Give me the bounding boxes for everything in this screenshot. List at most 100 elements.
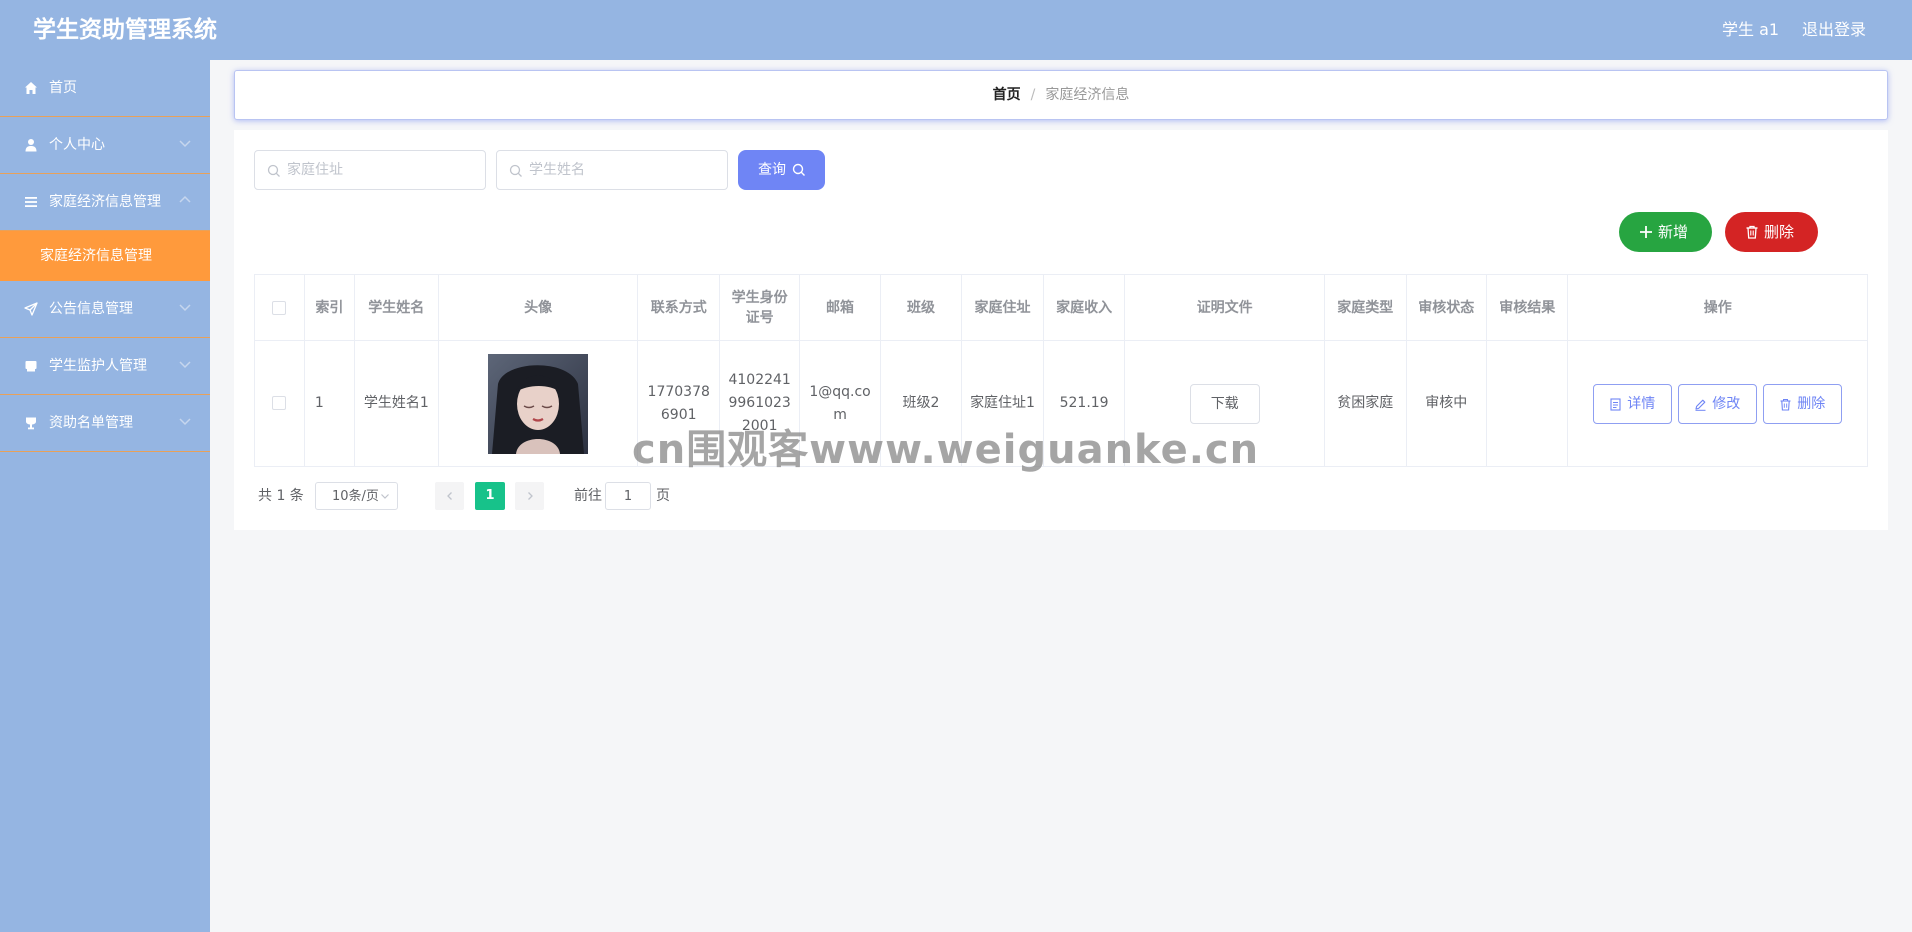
cell-index: 1 [303, 340, 355, 467]
chevron-left-icon [447, 492, 452, 500]
sidebar-item-family-economic[interactable]: 家庭经济信息管理 [0, 174, 210, 231]
chevron-up-icon [179, 195, 191, 203]
pagination: 共 1 条 10条/页 1 前往 页 [234, 482, 1888, 510]
trash-icon [1780, 398, 1791, 411]
column-header: 审核状态 [1405, 274, 1487, 341]
breadcrumb-current: 家庭经济信息 [1045, 87, 1130, 103]
goto-page-input[interactable] [605, 482, 651, 510]
table-header-row: 索引 学生姓名 头像 联系方式 学生身份证号 邮箱 班级 家庭住址 家庭收入 证… [254, 274, 1868, 341]
batch-delete-button-label: 删除 [1764, 223, 1795, 241]
document-icon [1610, 397, 1621, 411]
trash-icon [1746, 225, 1758, 239]
cell-avatar [437, 340, 639, 467]
edit-icon [1695, 399, 1706, 411]
page-size-value: 10条/页 [332, 489, 379, 504]
column-header: 学生姓名 [353, 274, 439, 341]
edit-button[interactable]: 修改 [1678, 383, 1758, 424]
delete-button-label: 删除 [1797, 395, 1826, 412]
watermark: cn围观客www.weiguanke.cn [632, 427, 1260, 473]
detail-button-label: 详情 [1627, 395, 1656, 412]
logout-link[interactable]: 退出登录 [1802, 19, 1866, 41]
app-title: 学生资助管理系统 [33, 17, 217, 43]
home-icon [25, 82, 37, 94]
column-header: 联系方式 [637, 274, 720, 341]
chevron-down-icon [179, 140, 191, 148]
add-button[interactable]: 新增 [1619, 212, 1712, 252]
send-icon [24, 302, 38, 316]
column-header: 头像 [437, 274, 639, 341]
chevron-down-icon [179, 361, 191, 369]
batch-delete-button[interactable]: 删除 [1725, 212, 1818, 252]
sidebar-item-guardians[interactable]: 学生监护人管理 [0, 338, 210, 395]
chevron-down-icon [179, 418, 191, 426]
column-header: 索引 [303, 274, 355, 341]
pagination-total: 共 1 条 [258, 488, 304, 504]
chevron-right-icon [528, 492, 533, 500]
prev-page-button[interactable] [435, 482, 464, 510]
add-button-label: 新增 [1658, 223, 1689, 241]
sidebar-item-label: 家庭经济信息管理 [40, 248, 152, 264]
name-search-input[interactable] [527, 159, 707, 181]
row-select-cell [254, 340, 305, 467]
sidebar-item-label: 学生监护人管理 [49, 358, 147, 374]
user-icon [25, 139, 37, 152]
chevron-down-icon [179, 304, 191, 312]
page-size-select[interactable]: 10条/页 [315, 482, 398, 510]
column-header: 家庭收入 [1042, 274, 1126, 341]
student-avatar-image [488, 353, 589, 454]
sidebar-item-label: 资助名单管理 [49, 415, 133, 431]
column-header: 家庭住址 [961, 274, 1044, 341]
page-number-current[interactable]: 1 [475, 482, 505, 510]
cell-actions: 详情 修改 删除 [1567, 340, 1868, 467]
sidebar-item-label: 首页 [49, 80, 77, 96]
column-header: 审核结果 [1485, 274, 1569, 341]
top-header: 学生资助管理系统 学生 a1 退出登录 [0, 0, 1912, 60]
row-checkbox[interactable] [272, 396, 287, 410]
page-suffix: 页 [656, 488, 670, 504]
name-search-field[interactable] [496, 150, 728, 190]
column-header: 邮箱 [799, 274, 881, 341]
address-search-input[interactable] [285, 159, 465, 181]
column-header: 家庭类型 [1324, 274, 1407, 341]
sidebar-item-home[interactable]: 首页 [0, 60, 210, 117]
cell-status: 审核中 [1405, 340, 1487, 467]
sidebar-subitem-family-economic[interactable]: 家庭经济信息管理 [0, 231, 210, 281]
sidebar-item-announcements[interactable]: 公告信息管理 [0, 281, 210, 338]
query-button[interactable]: 查询 [738, 150, 825, 190]
search-icon [792, 163, 805, 176]
cup-icon [26, 417, 36, 430]
cell-family-type: 贫困家庭 [1324, 340, 1407, 467]
column-header: 操作 [1567, 274, 1868, 341]
edit-button-label: 修改 [1712, 395, 1741, 412]
breadcrumb-home[interactable]: 首页 [993, 87, 1021, 103]
column-header: 证明文件 [1124, 274, 1326, 341]
plus-icon [1640, 226, 1652, 238]
chevron-down-icon [381, 494, 389, 499]
search-icon [267, 164, 280, 177]
sidebar-item-label: 个人中心 [49, 137, 105, 153]
search-icon [509, 164, 522, 177]
delete-button[interactable]: 删除 [1763, 383, 1843, 424]
column-header: 学生身份证号 [718, 274, 801, 341]
detail-button[interactable]: 详情 [1593, 383, 1673, 424]
sidebar-item-label: 公告信息管理 [49, 301, 133, 317]
address-search-field[interactable] [254, 150, 486, 190]
menu-icon [25, 197, 37, 207]
box-icon [25, 361, 37, 372]
breadcrumb-separator: / [1030, 87, 1036, 103]
query-button-label: 查询 [758, 162, 786, 178]
select-all-checkbox[interactable] [272, 300, 287, 315]
sidebar-item-funding-list[interactable]: 资助名单管理 [0, 395, 210, 452]
goto-label: 前往 [574, 488, 602, 504]
sidebar-item-personal-center[interactable]: 个人中心 [0, 117, 210, 174]
sidebar: 首页 个人中心 家庭经济信息管理 家庭经济信息管理 公告信息管理 学生监护人管理… [0, 60, 210, 932]
next-page-button[interactable] [515, 482, 544, 510]
breadcrumb: 首页 / 家庭经济信息 [234, 70, 1888, 120]
cell-result [1485, 340, 1569, 467]
select-all-cell [254, 274, 305, 341]
download-button[interactable]: 下载 [1189, 383, 1260, 424]
column-header: 班级 [879, 274, 963, 341]
sidebar-item-label: 家庭经济信息管理 [49, 194, 161, 210]
cell-student-name: 学生姓名1 [353, 340, 439, 467]
current-user: 学生 a1 [1722, 20, 1780, 39]
